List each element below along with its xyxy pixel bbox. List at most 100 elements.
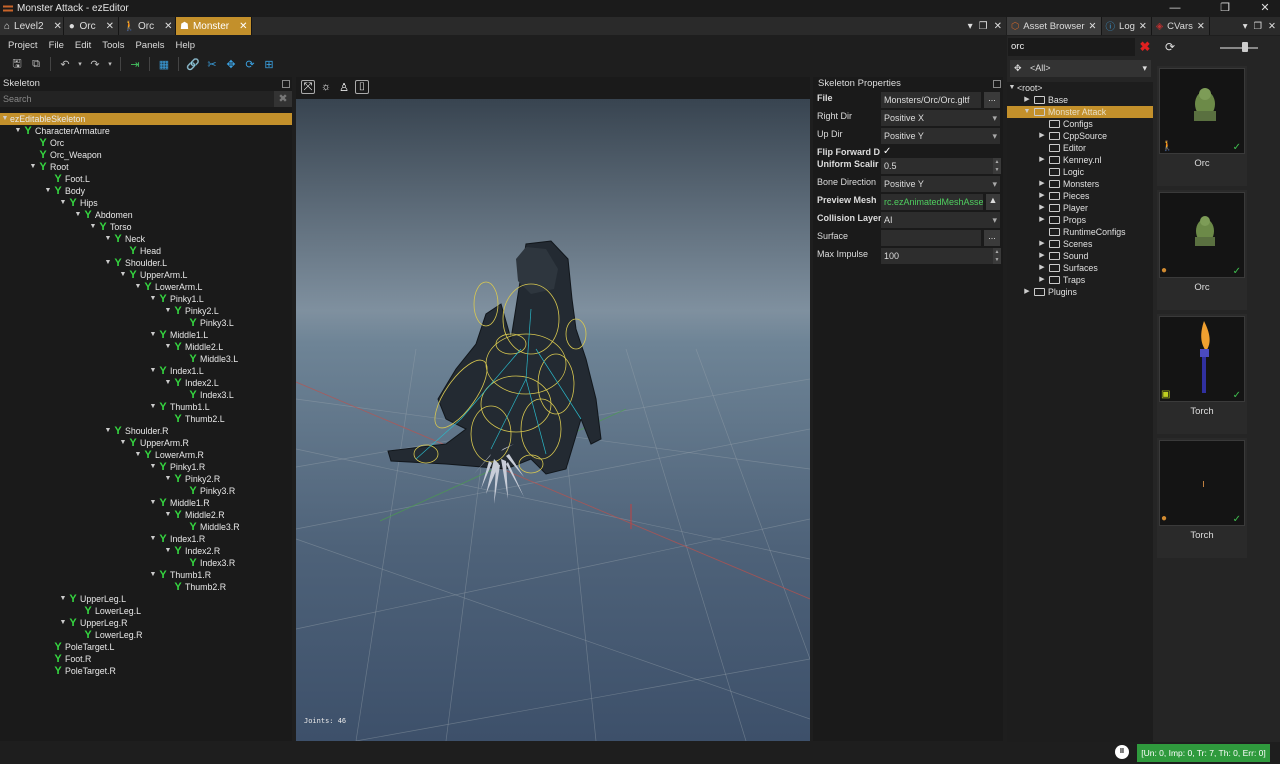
- tree-item[interactable]: ▼ Y UpperLeg.L: [0, 593, 292, 605]
- expand-arrow-icon[interactable]: ▼: [163, 377, 173, 389]
- folder-item[interactable]: Editor: [1007, 142, 1153, 154]
- flip-forward-checkbox[interactable]: ✓: [883, 146, 891, 157]
- expand-arrow-icon[interactable]: ▼: [58, 617, 68, 629]
- menu-edit[interactable]: Edit: [75, 40, 91, 51]
- uniform-scale-field[interactable]: 0.5: [881, 158, 1000, 174]
- tree-item[interactable]: Y Head: [0, 245, 292, 257]
- expand-arrow-icon[interactable]: ▼: [148, 533, 158, 545]
- tree-item[interactable]: ▼ Y Pinky2.L: [0, 305, 292, 317]
- preview-mesh-browse-button[interactable]: ▲: [986, 194, 1000, 210]
- clear-search-icon[interactable]: ✖: [274, 91, 292, 107]
- expand-arrow-icon[interactable]: ▶: [1037, 154, 1047, 166]
- tree-item[interactable]: ▼ Y Body: [0, 185, 292, 197]
- tree-item[interactable]: ▼ Y Hips: [0, 197, 292, 209]
- asset-search-input[interactable]: orc: [1008, 38, 1135, 56]
- tree-item[interactable]: Y Index3.L: [0, 389, 292, 401]
- expand-arrow-icon[interactable]: ▼: [103, 425, 113, 437]
- save-icon[interactable]: 🖫: [10, 57, 24, 71]
- expand-arrow-icon[interactable]: ▼: [1022, 106, 1032, 118]
- thumbnail-size-slider[interactable]: [1220, 47, 1258, 49]
- folder-item[interactable]: ▼ <root>: [1007, 82, 1153, 94]
- expand-arrow-icon[interactable]: ▼: [133, 281, 143, 293]
- close-tab-icon[interactable]: ✕: [1197, 21, 1205, 32]
- clear-search-icon[interactable]: ✖: [1137, 39, 1153, 55]
- tree-item[interactable]: Y Index3.R: [0, 557, 292, 569]
- tree-item[interactable]: Y LowerLeg.L: [0, 605, 292, 617]
- folder-tree[interactable]: ▼ <root> ▶ Base ▼ Monster Attack Configs ▶ CppSo…: [1007, 82, 1153, 742]
- expand-arrow-icon[interactable]: ▶: [1037, 238, 1047, 250]
- tree-item[interactable]: ▼ Y Pinky1.L: [0, 293, 292, 305]
- expand-arrow-icon[interactable]: ▼: [73, 209, 83, 221]
- pause-button[interactable]: II: [1115, 745, 1129, 759]
- expand-arrow-icon[interactable]: ▶: [1037, 262, 1047, 274]
- menu-project[interactable]: Project: [8, 40, 38, 51]
- right-dir-select[interactable]: Positive X: [881, 110, 1000, 126]
- close-button[interactable]: ✕: [1250, 0, 1280, 17]
- asset-tile[interactable]: ● ✓ Torch: [1157, 438, 1247, 558]
- scale-tool-icon[interactable]: ✂: [205, 57, 219, 71]
- redo-dropdown-icon[interactable]: ▾: [107, 57, 113, 71]
- tree-item[interactable]: ▼ Y Abdomen: [0, 209, 292, 221]
- menu-tools[interactable]: Tools: [102, 40, 124, 51]
- slider-handle[interactable]: [1242, 42, 1248, 52]
- tree-item[interactable]: ▼ Y CharacterArmature: [0, 125, 292, 137]
- expand-arrow-icon[interactable]: ▼: [103, 257, 113, 269]
- float-icon[interactable]: ❐: [1254, 21, 1263, 32]
- close-pane-icon[interactable]: ✕: [994, 21, 1002, 32]
- tab-orc-mesh[interactable]: ● Orc ✕: [64, 17, 119, 35]
- expand-arrow-icon[interactable]: ▼: [148, 569, 158, 581]
- tree-item[interactable]: Y Pinky3.L: [0, 317, 292, 329]
- surface-field[interactable]: [881, 230, 981, 246]
- expand-arrow-icon[interactable]: ▶: [1037, 130, 1047, 142]
- tree-item[interactable]: Y Foot.R: [0, 653, 292, 665]
- asset-tile[interactable]: ▣ ✓ Torch: [1157, 314, 1247, 434]
- tree-item[interactable]: ▼ Y Torso: [0, 221, 292, 233]
- minimize-button[interactable]: —: [1160, 0, 1190, 17]
- tree-item[interactable]: ▼ Y Thumb1.R: [0, 569, 292, 581]
- tree-item[interactable]: Y Middle3.L: [0, 353, 292, 365]
- expand-arrow-icon[interactable]: ▼: [28, 161, 38, 173]
- expand-arrow-icon[interactable]: ▼: [163, 305, 173, 317]
- expand-arrow-icon[interactable]: ▼: [13, 125, 23, 137]
- transform-asset-icon[interactable]: ⇥: [128, 57, 142, 71]
- save-all-icon[interactable]: ⧉: [29, 57, 43, 71]
- asset-type-filter[interactable]: ✥ <All> ▾: [1010, 60, 1151, 77]
- expand-arrow-icon[interactable]: ▼: [148, 365, 158, 377]
- max-impulse-field[interactable]: 100: [881, 248, 1000, 264]
- expand-arrow-icon[interactable]: ▼: [163, 545, 173, 557]
- file-field[interactable]: Monsters/Orc/Orc.gltf: [881, 92, 981, 108]
- tree-item[interactable]: ▼ Y Middle1.L: [0, 329, 292, 341]
- tree-item[interactable]: ▼ Y Middle1.R: [0, 497, 292, 509]
- search-input[interactable]: Search: [0, 91, 274, 107]
- expand-arrow-icon[interactable]: ▶: [1037, 274, 1047, 286]
- 3d-viewport[interactable]: Joints: 46: [296, 99, 810, 741]
- screenshot-icon[interactable]: ⌷: [355, 80, 369, 94]
- close-tab-icon[interactable]: ✕: [1089, 21, 1097, 32]
- tree-item[interactable]: ▼ ezEditableSkeleton: [0, 113, 292, 125]
- translate-tool-icon[interactable]: ✥: [224, 57, 238, 71]
- redo-icon[interactable]: ↷: [88, 57, 102, 71]
- grid-icon[interactable]: ▦: [157, 57, 171, 71]
- expand-arrow-icon[interactable]: ▶: [1037, 214, 1047, 226]
- folder-item[interactable]: ▶ Sound: [1007, 250, 1153, 262]
- tree-item[interactable]: ▼ Y Middle2.L: [0, 341, 292, 353]
- tree-item[interactable]: ▼ Y Pinky1.R: [0, 461, 292, 473]
- collision-layer-select[interactable]: AI: [881, 212, 1000, 228]
- undo-dropdown-icon[interactable]: ▾: [77, 57, 83, 71]
- expand-arrow-icon[interactable]: ▶: [1037, 178, 1047, 190]
- folder-item[interactable]: Configs: [1007, 118, 1153, 130]
- expand-arrow-icon[interactable]: ▼: [148, 293, 158, 305]
- scale-spinner[interactable]: ▲ ▼: [993, 158, 1001, 174]
- folder-item[interactable]: ▶ CppSource: [1007, 130, 1153, 142]
- tree-item[interactable]: ▼ Y LowerArm.R: [0, 449, 292, 461]
- expand-arrow-icon[interactable]: ▶: [1022, 94, 1032, 106]
- tree-item[interactable]: ▼ Y Pinky2.R: [0, 473, 292, 485]
- impulse-spinner[interactable]: ▲ ▼: [993, 248, 1001, 264]
- tab-list-icon[interactable]: ▾: [968, 21, 973, 32]
- close-tab-icon[interactable]: ✕: [239, 21, 247, 32]
- tree-item[interactable]: Y PoleTarget.R: [0, 665, 292, 677]
- expand-arrow-icon[interactable]: ▼: [88, 221, 98, 233]
- expand-arrow-icon[interactable]: ▼: [118, 269, 128, 281]
- tab-list-icon[interactable]: ▾: [1243, 21, 1248, 32]
- status-info[interactable]: [Un: 0, Imp: 0, Tr: 7, Th: 0, Err: 0]: [1137, 744, 1270, 762]
